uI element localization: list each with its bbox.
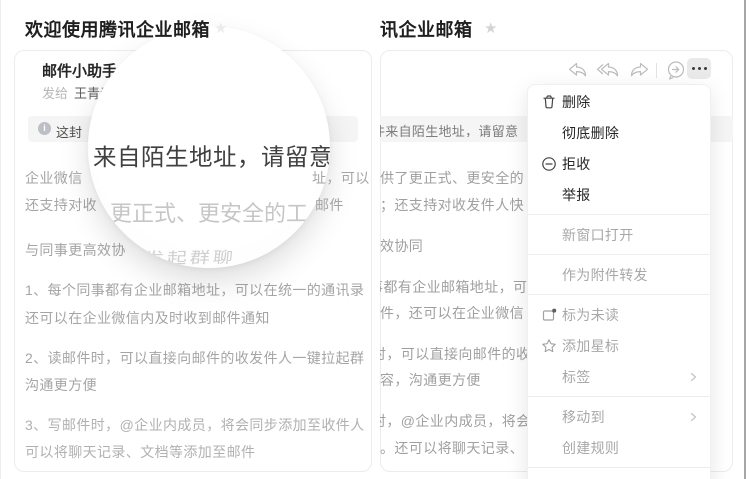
window-left-edge bbox=[0, 0, 1, 479]
reply-icon[interactable] bbox=[566, 60, 590, 80]
chevron-right-icon bbox=[688, 412, 698, 422]
warning-text: 这封 bbox=[56, 122, 82, 141]
body-text: 与同事更高效协 bbox=[25, 243, 126, 258]
body-text: 事都有企业邮箱地址，可 bbox=[380, 279, 550, 295]
menu-item-create-rule[interactable]: 创建规则 bbox=[528, 432, 710, 463]
lens-distorted-text: 发起群聊 bbox=[143, 245, 238, 268]
menu-item-move-to[interactable]: 移动到 bbox=[528, 401, 710, 432]
menu-item-mark-unread[interactable]: 标为未读 bbox=[528, 299, 710, 330]
star-toggle-icon[interactable]: ★ bbox=[214, 21, 227, 37]
menu-item-translate[interactable]: 全文翻译 bbox=[528, 472, 710, 479]
body-text: 供了更正式、更安全的 bbox=[380, 171, 524, 186]
magnifier-lens: 来自陌生地址，请留意 更正式、更安全的工 发起群聊 bbox=[88, 26, 330, 268]
info-icon: i bbox=[38, 122, 51, 135]
body-text: ；还支持对收发件人快 bbox=[380, 198, 524, 213]
context-menu: 删除 彻底删除 拒收 举报 新窗口打开 作为附件转发 标为未读 bbox=[527, 84, 711, 479]
menu-item-delete-forever[interactable]: 彻底删除 bbox=[528, 117, 710, 148]
menu-item-label[interactable]: 标签 bbox=[528, 361, 710, 392]
body-text: 可以将聊天记录、文档等添加至邮件 bbox=[25, 445, 255, 460]
body-text: 址，可以 bbox=[312, 171, 370, 186]
body-text: 件，还可以在企业微信 bbox=[380, 306, 524, 321]
sender-name: 邮件小助手 bbox=[42, 60, 117, 81]
more-actions-button[interactable] bbox=[687, 58, 711, 79]
body-text: 沟通更方便 bbox=[25, 378, 97, 393]
window-right-edge bbox=[744, 0, 746, 479]
menu-item-report[interactable]: 举报 bbox=[528, 179, 710, 210]
mark-unread-icon bbox=[541, 307, 562, 323]
body-text: 企业微信 bbox=[25, 171, 83, 186]
menu-separator bbox=[528, 214, 710, 215]
mail-app-window: 欢迎使用腾讯企业邮箱 ★ 讯企业邮箱 ★ 邮件小助手 发给王青青 i 这封 企业… bbox=[0, 0, 750, 479]
toolbar-divider bbox=[656, 63, 657, 78]
forward-icon[interactable] bbox=[627, 60, 651, 80]
body-text: 还可以在企业微信内及时收到邮件通知 bbox=[25, 311, 270, 326]
lens-subline-text: 更正式、更安全的工 bbox=[110, 196, 308, 228]
chevron-right-icon bbox=[688, 372, 698, 382]
body-text: 还支持对收 bbox=[25, 198, 97, 213]
menu-separator bbox=[528, 396, 710, 397]
to-label: 发给 bbox=[42, 86, 68, 101]
share-to-chat-icon[interactable] bbox=[664, 59, 688, 81]
body-text: 1、每个同事都有企业邮箱地址，可以在统一的通讯录 bbox=[25, 283, 364, 298]
body-text: 时，@企业内成员，将会 bbox=[380, 413, 550, 429]
menu-item-open-new-window[interactable]: 新窗口打开 bbox=[528, 219, 710, 250]
menu-item-delete[interactable]: 删除 bbox=[528, 86, 710, 117]
menu-item-forward-as-attachment[interactable]: 作为附件转发 bbox=[528, 259, 710, 290]
menu-separator bbox=[528, 254, 710, 255]
body-text: 时，可以直接向邮件的收 bbox=[380, 346, 550, 362]
menu-separator bbox=[528, 467, 710, 468]
left-pane-title: 欢迎使用腾讯企业邮箱 bbox=[25, 20, 210, 40]
star-outline-icon bbox=[541, 338, 562, 354]
body-text: 2、读邮件时，可以直接向邮件的收发件人一键拉起群 bbox=[25, 351, 364, 366]
lens-headline-text: 来自陌生地址，请留意 bbox=[93, 138, 330, 172]
trash-icon bbox=[541, 94, 562, 110]
minus-circle-icon bbox=[541, 156, 562, 172]
menu-item-add-star[interactable]: 添加星标 bbox=[528, 330, 710, 361]
body-text: 容，沟通更方便 bbox=[380, 373, 481, 388]
body-text: 。还可以将聊天记录、 bbox=[380, 441, 524, 456]
body-text: 效协同 bbox=[380, 239, 423, 254]
body-text: 3、写邮件时，@企业内成员，将会同步添加至收件人 bbox=[25, 418, 365, 433]
reply-all-icon[interactable] bbox=[595, 60, 621, 80]
right-pane-title: 讯企业邮箱 bbox=[380, 20, 473, 40]
body-text: 邮件 bbox=[315, 198, 344, 213]
menu-separator bbox=[528, 294, 710, 295]
star-toggle-icon[interactable]: ★ bbox=[484, 21, 497, 37]
menu-item-reject[interactable]: 拒收 bbox=[528, 148, 710, 179]
